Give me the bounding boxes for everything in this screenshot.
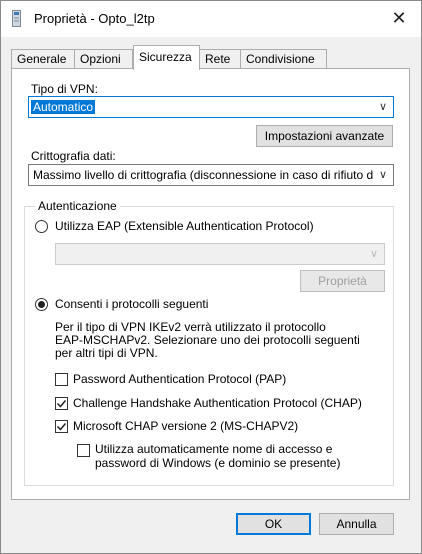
close-icon[interactable]: ✕: [384, 6, 414, 30]
pap-label: Password Authentication Protocol (PAP): [73, 372, 287, 386]
tab-sicurezza[interactable]: Sicurezza: [133, 45, 200, 70]
ok-button[interactable]: OK: [236, 513, 311, 535]
cancel-button[interactable]: Annulla: [319, 513, 394, 535]
chevron-down-icon: ∨: [369, 248, 378, 260]
chap-label: Challenge Handshake Authentication Proto…: [73, 396, 362, 410]
chevron-down-icon: ∨: [376, 165, 387, 185]
dialog-window: Proprietà - Opto_l2tp ✕ Generale Opzioni…: [0, 0, 422, 554]
allow-protocols-label: Consenti i protocolli seguenti: [55, 297, 209, 311]
use-eap-label: Utilizza EAP (Extensible Authentication …: [55, 219, 314, 233]
protocol-note-line3: per altri tipi di VPN.: [55, 346, 158, 360]
mschapv2-label: Microsoft CHAP versione 2 (MS-CHAPV2): [73, 419, 299, 433]
title-bar[interactable]: Proprietà - Opto_l2tp ✕: [1, 1, 421, 37]
encryption-select[interactable]: Massimo livello di crittografia (disconn…: [28, 164, 394, 186]
checkmark-icon: [56, 423, 67, 431]
tab-generale[interactable]: Generale: [11, 49, 75, 68]
window-title: Proprietà - Opto_l2tp: [34, 11, 155, 26]
allow-protocols-radio[interactable]: [35, 298, 48, 311]
auto-logon-label-line2: password di Windows (e dominio se presen…: [95, 456, 341, 470]
mschapv2-checkbox[interactable]: [55, 420, 68, 433]
eap-properties-button[interactable]: Proprietà: [300, 270, 385, 292]
vpn-type-select[interactable]: Automatico ∨: [28, 96, 394, 118]
tab-opzioni[interactable]: Opzioni: [74, 49, 133, 68]
tab-condivisione[interactable]: Condivisione: [240, 49, 327, 68]
encryption-label: Crittografia dati:: [31, 149, 116, 163]
advanced-settings-button[interactable]: Impostazioni avanzate: [256, 125, 393, 147]
pap-checkbox[interactable]: [55, 373, 68, 386]
eap-method-select[interactable]: ∨: [55, 243, 385, 265]
encryption-value: Massimo livello di crittografia (disconn…: [33, 168, 374, 182]
document-icon: [12, 10, 21, 27]
auto-logon-checkbox[interactable]: [77, 444, 90, 457]
tab-rete[interactable]: Rete: [199, 49, 241, 68]
radio-selected-dot: [38, 301, 45, 308]
auto-logon-label-line1: Utilizza automaticamente nome di accesso…: [95, 442, 333, 456]
vpn-type-label: Tipo di VPN:: [31, 82, 98, 96]
use-eap-radio[interactable]: [35, 220, 48, 233]
vpn-type-value: Automatico: [31, 100, 96, 114]
checkmark-icon: [56, 400, 67, 408]
authentication-group-label: Autenticazione: [35, 199, 120, 213]
chap-checkbox[interactable]: [55, 397, 68, 410]
chevron-down-icon: ∨: [378, 101, 387, 113]
